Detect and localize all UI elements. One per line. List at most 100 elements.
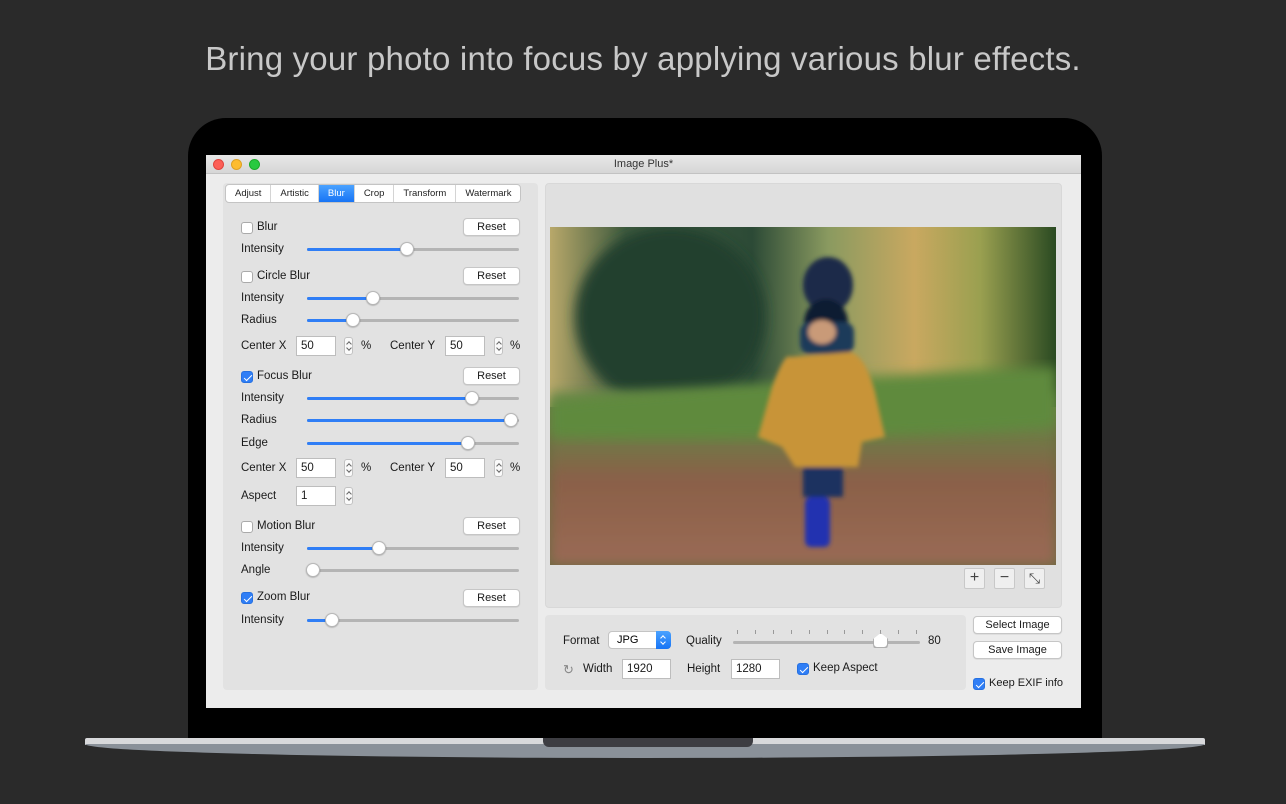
focus-blur-center-x-input[interactable]: 50 [296,458,336,478]
zoom-blur-reset-button[interactable]: Reset [463,589,520,607]
slider-track [733,641,920,644]
circle-blur-radius-slider[interactable] [307,313,519,327]
width-label: Width [583,663,613,675]
circle-blur-center-x-input[interactable]: 50 [296,336,336,356]
focus-blur-edge-slider[interactable] [307,436,519,450]
focus-blur-radius-slider[interactable] [307,413,519,427]
circle-blur-center-y-label: Center Y [390,340,436,352]
focus-blur-aspect-input[interactable]: 1 [296,486,336,506]
slider-fill [307,419,511,422]
tab-crop[interactable]: Crop [355,185,395,202]
slider-thumb[interactable] [399,242,414,256]
tab-transform[interactable]: Transform [394,185,457,202]
slider-thumb[interactable] [503,413,518,427]
quality-label: Quality [686,635,722,647]
keep-aspect-label: Keep Aspect [813,662,878,674]
focus-blur-intensity-label: Intensity [241,392,284,404]
height-input[interactable]: 1280 [731,659,780,679]
circle-blur-center-y-input[interactable]: 50 [445,336,485,356]
slider-fill [307,547,380,550]
slider-track [307,569,519,572]
zoom-blur-intensity-slider[interactable] [307,613,519,627]
blur-reset-button[interactable]: Reset [463,218,520,236]
zoom-blur-checkbox[interactable] [241,592,253,604]
motion-blur-checkbox[interactable] [241,521,253,533]
slider-thumb[interactable] [372,541,387,555]
quality-value: 80 [928,635,941,647]
zoom-blur-label: Zoom Blur [257,591,311,603]
slider-fill [307,248,407,251]
motion-blur-intensity-label: Intensity [241,542,284,554]
format-value: JPG [617,634,639,646]
height-label: Height [687,663,721,675]
rotate-icon[interactable]: ↻ [563,662,574,678]
circle-blur-intensity-label: Intensity [241,292,284,304]
app-window: Image Plus* Adjust Artistic Blur Crop Tr… [206,155,1081,708]
zoom-in-button[interactable]: + [964,568,985,589]
tab-blur[interactable]: Blur [318,185,355,202]
slider-thumb[interactable] [465,391,480,405]
quality-slider[interactable] [733,630,920,650]
slider-thumb[interactable] [306,563,321,577]
blur-intensity-slider[interactable] [307,242,519,256]
slider-fill [307,442,469,445]
format-label: Format [563,635,600,647]
slider-thumb[interactable] [325,613,340,627]
slider-thumb[interactable] [365,291,380,305]
headline: Bring your photo into focus by applying … [205,40,1081,77]
zoom-blur-intensity-label: Intensity [241,614,284,626]
circle-blur-center-x-label: Center X [241,340,287,352]
focus-blur-aspect-label: Aspect [241,490,277,502]
slider-thumb[interactable] [873,633,889,648]
percent-unit: % [510,340,521,352]
tab-watermark[interactable]: Watermark [456,185,520,202]
motion-blur-angle-label: Angle [241,564,271,576]
circle-blur-checkbox[interactable] [241,271,253,283]
focus-blur-center-x-label: Center X [241,462,287,474]
keep-exif-label: Keep EXIF info [989,677,1063,689]
chevron-updown-icon [656,631,671,649]
focus-blur-center-y-input[interactable]: 50 [445,458,485,478]
motion-blur-angle-slider[interactable] [306,563,519,577]
slider-tick [754,630,756,634]
select-image-button[interactable]: Select Image [973,616,1062,634]
focus-blur-aspect-stepper[interactable] [344,487,353,505]
focus-blur-radius-label: Radius [241,414,277,426]
slider-tick [916,630,917,634]
focus-blur-intensity-slider[interactable] [307,391,519,405]
circle-blur-label: Circle Blur [257,270,311,282]
percent-unit: % [361,462,372,474]
focus-blur-checkbox[interactable] [241,371,253,383]
focus-blur-label: Focus Blur [257,370,312,382]
focus-blur-center-y-stepper[interactable] [494,459,503,477]
slider-fill [307,397,473,400]
fit-to-window-icon[interactable]: ⤡ [1024,568,1045,589]
circle-blur-reset-button[interactable]: Reset [463,267,520,285]
focus-blur-center-x-stepper[interactable] [344,459,353,477]
title-bar: Image Plus* [206,155,1081,174]
blur-intensity-label: Intensity [241,243,284,255]
format-select[interactable]: JPG [608,631,671,649]
keep-exif-checkbox[interactable] [973,678,985,690]
keep-aspect-checkbox[interactable] [797,663,809,675]
save-image-button[interactable]: Save Image [973,641,1062,659]
width-input[interactable]: 1920 [622,659,671,679]
zoom-out-button[interactable]: − [994,568,1015,589]
motion-blur-reset-button[interactable]: Reset [463,517,520,535]
focus-blur-reset-button[interactable]: Reset [463,367,520,385]
motion-blur-intensity-slider[interactable] [307,541,519,555]
circle-blur-intensity-slider[interactable] [307,291,519,305]
slider-thumb[interactable] [345,313,360,327]
slider-tick [898,630,900,634]
circle-blur-center-x-stepper[interactable] [344,337,353,355]
slider-thumb[interactable] [461,436,476,450]
blur-checkbox[interactable] [241,222,253,234]
slider-tick [826,630,828,634]
slider-tick [790,630,792,634]
circle-blur-center-y-stepper[interactable] [494,337,503,355]
focus-blur-edge-label: Edge [241,437,268,449]
tab-adjust[interactable]: Adjust [226,185,272,202]
laptop-base [85,738,1205,760]
tab-artistic[interactable]: Artistic [271,185,319,202]
slider-fill [307,297,373,300]
